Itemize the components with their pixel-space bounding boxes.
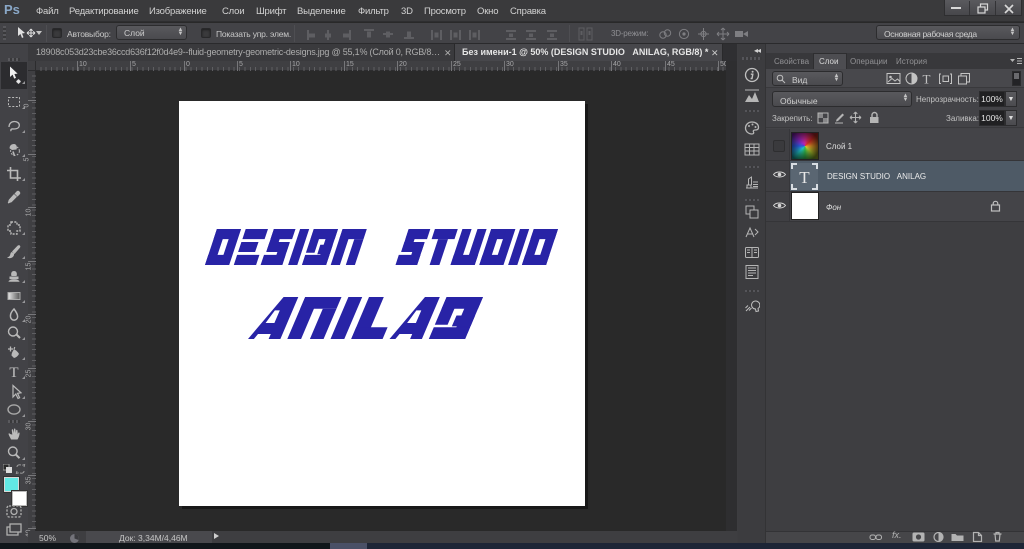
svg-text:T: T xyxy=(923,72,931,85)
svg-text:T: T xyxy=(9,365,18,380)
svg-text:T: T xyxy=(799,168,810,187)
